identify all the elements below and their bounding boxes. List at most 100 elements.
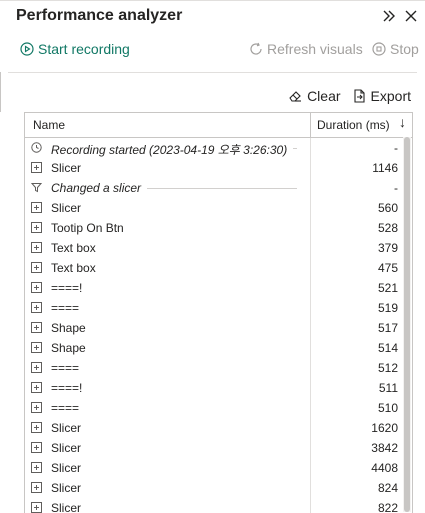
row-duration: 512 [377, 361, 398, 375]
recording-toolbar: Start recording Refresh visuals Stop [0, 36, 425, 68]
start-recording-label: Start recording [38, 41, 130, 57]
row-name: Slicer [51, 161, 82, 175]
play-circle-icon [20, 42, 34, 56]
table-row[interactable]: ==== 519 [25, 298, 412, 318]
clear-button[interactable]: Clear [287, 88, 341, 104]
row-name: Slicer [51, 421, 82, 435]
table-row[interactable]: Tootip On Btn 528 [25, 218, 412, 238]
row-duration: 511 [378, 381, 398, 395]
marker-row[interactable]: Recording started (2023-04-19 오후 3:26:30… [25, 138, 412, 158]
close-icon[interactable] [403, 6, 419, 26]
pane-header: Performance analyzer [0, 0, 425, 36]
expand-icon[interactable] [31, 502, 42, 513]
row-name: Slicer [51, 481, 82, 495]
table-body: Recording started (2023-04-19 오후 3:26:30… [25, 138, 412, 513]
row-name: ==== [51, 401, 80, 415]
table-row[interactable]: Text box 379 [25, 238, 412, 258]
expand-icon[interactable] [31, 422, 42, 433]
row-duration: 824 [377, 481, 398, 495]
row-duration: 822 [377, 501, 398, 513]
table-header: Name Duration (ms) ↓ [25, 113, 412, 138]
expand-icon[interactable] [31, 362, 42, 373]
expand-icon[interactable] [31, 402, 42, 413]
column-header-duration-label: Duration (ms) [317, 118, 390, 132]
column-header-name[interactable]: Name [33, 118, 65, 132]
row-name: Shape [51, 341, 86, 355]
expand-icon[interactable] [31, 342, 42, 353]
stop-button[interactable]: Stop [372, 41, 419, 57]
row-duration: 517 [377, 321, 398, 335]
table-row[interactable]: Slicer 822 [25, 498, 412, 513]
expand-icon[interactable] [31, 162, 42, 173]
column-header-duration[interactable]: Duration (ms) ↓ [310, 113, 412, 137]
performance-table: Name Duration (ms) ↓ Recording started (… [24, 112, 413, 513]
row-duration: 475 [377, 261, 398, 275]
expand-icon[interactable] [31, 202, 42, 213]
expand-icon[interactable] [31, 242, 42, 253]
marker-separator-line [147, 188, 297, 189]
export-button[interactable]: Export [351, 88, 411, 104]
expand-icon[interactable] [31, 222, 42, 233]
row-duration: 510 [377, 401, 398, 415]
table-row[interactable]: Shape 517 [25, 318, 412, 338]
row-name: Shape [51, 321, 86, 335]
row-name: Slicer [51, 501, 82, 513]
table-row[interactable]: Slicer 1620 [25, 418, 412, 438]
row-duration: 528 [377, 221, 398, 235]
row-name: ==== [51, 361, 80, 375]
row-duration: 560 [377, 201, 398, 215]
table-row[interactable]: Shape 514 [25, 338, 412, 358]
expand-icon[interactable] [31, 262, 42, 273]
table-scrollbar[interactable] [403, 137, 411, 512]
expand-icon[interactable] [31, 482, 42, 493]
table-row[interactable]: ==== 512 [25, 358, 412, 378]
row-duration: 1146 [372, 161, 398, 175]
row-name: Text box [51, 241, 96, 255]
pane-header-icons [381, 6, 419, 26]
pane-title: Performance analyzer [16, 7, 183, 24]
row-duration: 519 [377, 301, 398, 315]
start-recording-button[interactable]: Start recording [20, 41, 130, 57]
eraser-icon [287, 88, 303, 104]
row-name: ====! [51, 381, 83, 395]
export-document-icon [351, 88, 367, 104]
expand-icon[interactable] [31, 462, 42, 473]
expand-icon[interactable] [31, 282, 42, 293]
double-chevron-right-icon[interactable] [381, 6, 397, 26]
table-row[interactable]: ====! 511 [25, 378, 412, 398]
scrollbar-thumb[interactable] [404, 137, 410, 512]
row-duration: 3842 [371, 441, 398, 455]
table-row[interactable]: Slicer 4408 [25, 458, 412, 478]
row-name: ==== [51, 301, 80, 315]
row-name: Slicer [51, 201, 82, 215]
row-name: Slicer [51, 441, 82, 455]
expand-icon[interactable] [31, 442, 42, 453]
refresh-visuals-label: Refresh visuals [267, 41, 363, 57]
row-duration: 4408 [371, 461, 398, 475]
row-name: ====! [51, 281, 83, 295]
pane-left-border [0, 72, 1, 112]
row-duration: - [394, 181, 398, 195]
table-row[interactable]: Slicer 3842 [25, 438, 412, 458]
table-row[interactable]: ==== 510 [25, 398, 412, 418]
row-duration: 379 [377, 241, 398, 255]
table-tools: Clear Export [287, 88, 411, 104]
marker-row[interactable]: Changed a slicer - [25, 178, 412, 198]
table-row[interactable]: Text box 475 [25, 258, 412, 278]
expand-icon[interactable] [31, 322, 42, 333]
export-label: Export [370, 88, 411, 104]
row-name: Slicer [51, 461, 82, 475]
table-row[interactable]: ====! 521 [25, 278, 412, 298]
clear-label: Clear [307, 88, 341, 104]
table-row[interactable]: Slicer 1146 [25, 158, 412, 178]
filter-icon [30, 182, 43, 193]
refresh-visuals-button[interactable]: Refresh visuals [249, 41, 363, 57]
expand-icon[interactable] [31, 382, 42, 393]
row-duration: 514 [377, 341, 398, 355]
row-duration: 1620 [371, 421, 398, 435]
sort-descending-icon[interactable]: ↓ [399, 114, 406, 130]
table-row[interactable]: Slicer 560 [25, 198, 412, 218]
expand-icon[interactable] [31, 302, 42, 313]
stop-label: Stop [390, 41, 419, 57]
table-row[interactable]: Slicer 824 [25, 478, 412, 498]
